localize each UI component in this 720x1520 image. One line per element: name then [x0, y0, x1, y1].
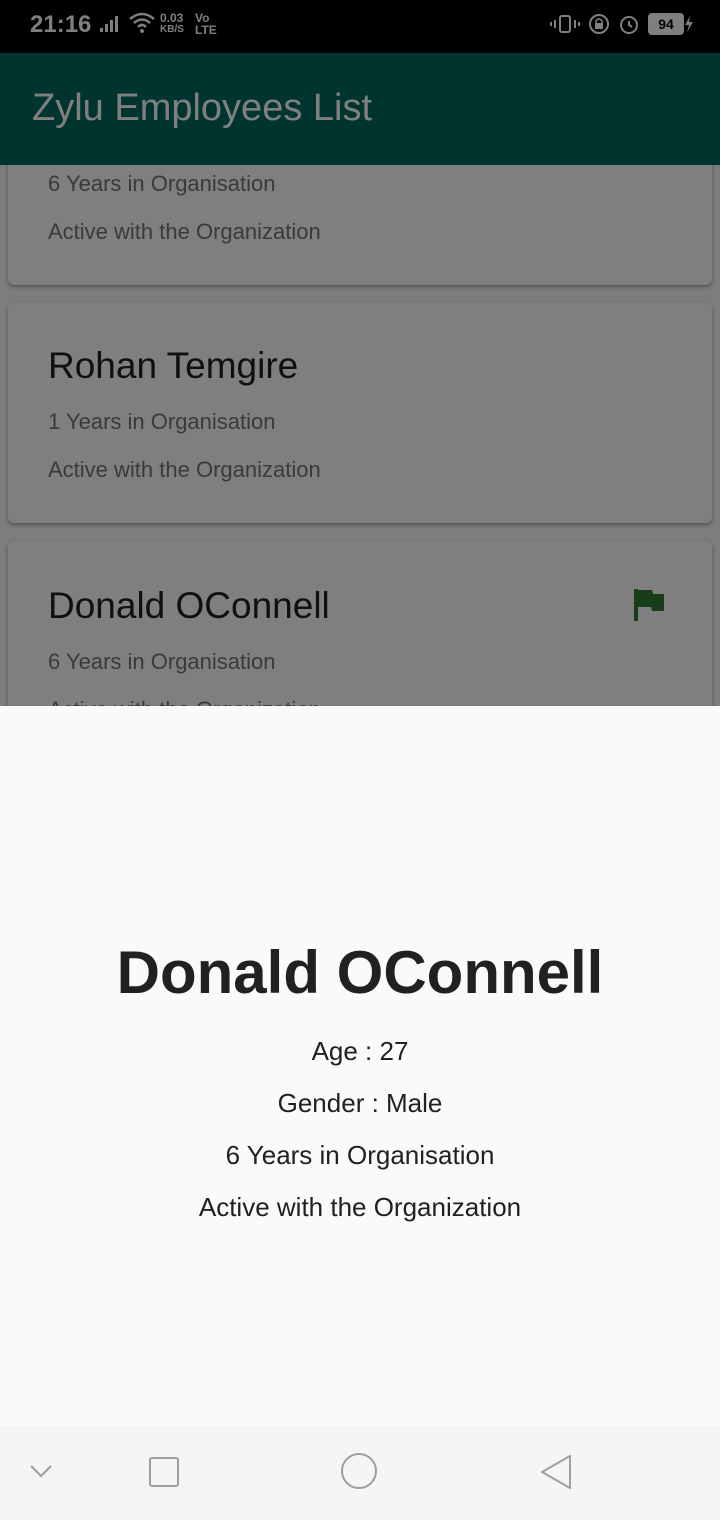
- detail-years: 6 Years in Organisation: [225, 1140, 495, 1170]
- system-nav-bar: [0, 1426, 720, 1520]
- recent-apps-icon[interactable]: [148, 1456, 180, 1488]
- detail-name: Donald OConnell: [116, 939, 604, 1006]
- employee-detail-sheet: Donald OConnell Age : 27 Gender : Male 6…: [0, 706, 720, 1426]
- home-icon[interactable]: [340, 1452, 378, 1490]
- modal-scrim[interactable]: [0, 0, 720, 706]
- detail-gender: Gender : Male: [277, 1088, 443, 1118]
- detail-status: Active with the Organization: [198, 1192, 522, 1222]
- chevron-down-icon[interactable]: [28, 1462, 54, 1480]
- back-icon[interactable]: [538, 1454, 574, 1490]
- detail-age: Age : 27: [311, 1036, 409, 1066]
